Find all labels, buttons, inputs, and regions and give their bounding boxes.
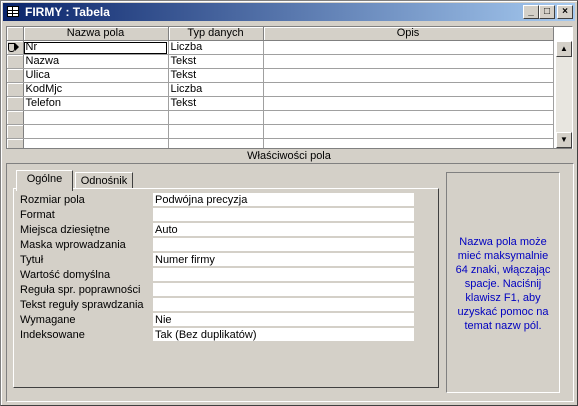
field-properties-title: Właściwości pola [6,148,572,163]
property-row[interactable]: Format [20,208,416,223]
property-label: Miejsca dziesiętne [20,224,110,236]
vertical-scrollbar[interactable]: ▲ ▼ [556,41,572,148]
field-table: Nazwa pola Typ danych Opis Nr Liczba Naz… [7,27,554,148]
maximize-button[interactable]: □ [539,5,555,19]
property-value[interactable]: Auto [153,223,414,237]
property-label: Maska wprowadzania [20,239,126,251]
property-row[interactable]: Tekst reguły sprawdzania [20,298,416,313]
property-label: Tekst reguły sprawdzania [20,299,144,311]
window-title: FIRMY : Tabela [25,5,110,19]
property-value[interactable] [153,283,414,297]
table-icon [7,6,19,17]
property-row[interactable]: Indeksowane Tak (Bez duplikatów) [20,328,416,343]
property-row[interactable]: Reguła spr. poprawności [20,283,416,298]
header-field-name[interactable]: Nazwa pola [23,27,169,41]
property-label: Tytuł [20,254,44,266]
data-type-cell[interactable] [168,124,264,139]
description-cell[interactable] [263,68,554,83]
property-label: Indeksowane [20,329,85,341]
property-label: Wartość domyślna [20,269,111,281]
property-label: Format [20,209,55,221]
description-cell[interactable] [263,96,554,111]
property-value[interactable] [153,268,414,282]
data-type-cell[interactable]: Liczba [168,82,264,97]
property-value[interactable] [153,208,414,222]
row-selector[interactable] [7,124,24,139]
primary-key-icon [8,42,15,52]
close-button[interactable]: × [557,5,573,19]
table-row[interactable]: Ulica Tekst [7,68,554,83]
property-row[interactable]: Rozmiar pola Podwójna precyzja [20,193,416,208]
table-row[interactable]: Nazwa Tekst [7,54,554,69]
current-row-arrow-icon [15,43,19,52]
property-label: Rozmiar pola [20,194,85,206]
row-selector[interactable] [7,54,24,69]
field-name-cell[interactable]: Nazwa [23,54,169,69]
data-type-cell[interactable] [168,110,264,125]
field-grid: Nazwa pola Typ danych Opis Nr Liczba Naz… [6,26,573,149]
table-row[interactable]: KodMjc Liczba [7,82,554,97]
description-cell[interactable] [263,124,554,139]
property-row[interactable]: Miejsca dziesiętne Auto [20,223,416,238]
help-box: Nazwa pola może mieć maksymalnie 64 znak… [446,172,560,393]
table-row[interactable]: Nr Liczba [7,40,554,55]
minimize-button[interactable]: _ [523,5,539,19]
table-row[interactable]: Telefon Tekst [7,96,554,111]
help-text: Nazwa pola może mieć maksymalnie 64 znak… [455,236,551,332]
row-selector[interactable] [7,68,24,83]
field-name-cell[interactable] [23,124,169,139]
field-name-cell[interactable] [23,110,169,125]
property-value[interactable]: Tak (Bez duplikatów) [153,328,414,342]
property-row[interactable]: Maska wprowadzania [20,238,416,253]
title-bar[interactable]: FIRMY : Tabela _ □ × [3,3,575,21]
property-value[interactable]: Nie [153,313,414,327]
property-row[interactable]: Wymagane Nie [20,313,416,328]
data-type-cell[interactable]: Tekst [168,54,264,69]
row-selector-header [7,27,24,41]
row-selector[interactable] [7,110,24,125]
row-selector[interactable] [7,82,24,97]
property-value[interactable]: Podwójna precyzja [153,193,414,207]
property-label: Wymagane [20,314,76,326]
scroll-up-button[interactable]: ▲ [556,41,572,57]
table-row[interactable] [7,124,554,139]
property-row[interactable]: Tytuł Numer firmy [20,253,416,268]
data-type-cell[interactable]: Tekst [168,96,264,111]
description-cell[interactable] [263,40,554,55]
field-name-cell[interactable]: Nr [23,40,169,55]
field-name-cell[interactable]: KodMjc [23,82,169,97]
tab-general[interactable]: Ogólne [16,170,73,191]
data-type-cell[interactable]: Liczba [168,40,264,55]
data-type-cell[interactable]: Tekst [168,68,264,83]
description-cell[interactable] [263,82,554,97]
scroll-down-button[interactable]: ▼ [556,132,572,148]
property-value[interactable] [153,238,414,252]
row-selector[interactable] [7,40,24,55]
header-description[interactable]: Opis [263,27,554,41]
field-name-cell[interactable]: Telefon [23,96,169,111]
property-value[interactable]: Numer firmy [153,253,414,267]
header-data-type[interactable]: Typ danych [168,27,264,41]
table-row[interactable] [7,110,554,125]
property-row[interactable]: Wartość domyślna [20,268,416,283]
field-name-cell[interactable]: Ulica [23,68,169,83]
row-selector[interactable] [7,96,24,111]
property-label: Reguła spr. poprawności [20,284,141,296]
description-cell[interactable] [263,110,554,125]
description-cell[interactable] [263,54,554,69]
grid-header-row: Nazwa pola Typ danych Opis [7,27,554,41]
property-value[interactable] [153,298,414,312]
